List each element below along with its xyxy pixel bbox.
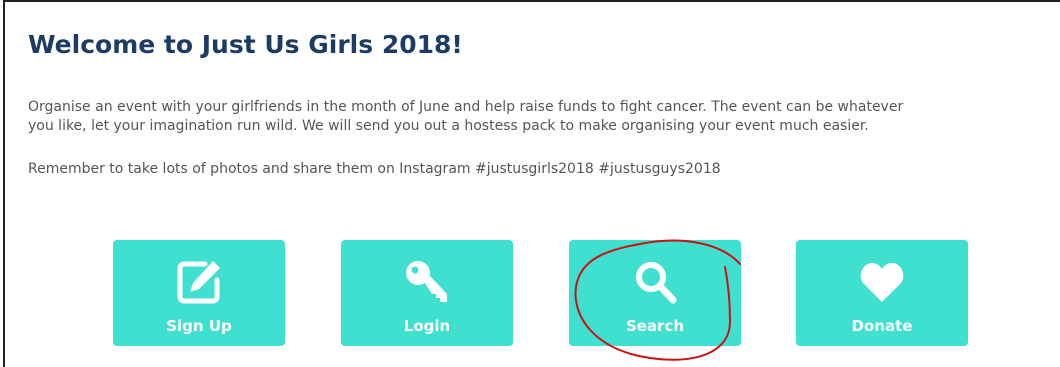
intro-text-line-2: you like, let your imagination run wild.…	[28, 118, 869, 134]
sign-up-button[interactable]: Sign Up	[113, 240, 285, 346]
search-button[interactable]: Search	[569, 240, 741, 346]
key-icon	[406, 261, 447, 302]
search-icon	[636, 262, 677, 304]
edit-icon	[177, 261, 220, 304]
reminder-text: Remember to take lots of photos and shar…	[28, 161, 721, 177]
page-title: Welcome to Just Us Girls 2018!	[28, 30, 463, 59]
donate-label: Donate	[851, 317, 913, 335]
login-button[interactable]: Login	[341, 240, 513, 346]
donate-button[interactable]: Donate	[796, 240, 968, 346]
search-label: Search	[625, 317, 685, 335]
heart-icon	[860, 263, 904, 302]
intro-text-line-1: Organise an event with your girlfriends …	[28, 99, 904, 115]
login-label: Login	[403, 317, 451, 335]
sign-up-label: Sign Up	[166, 317, 232, 335]
